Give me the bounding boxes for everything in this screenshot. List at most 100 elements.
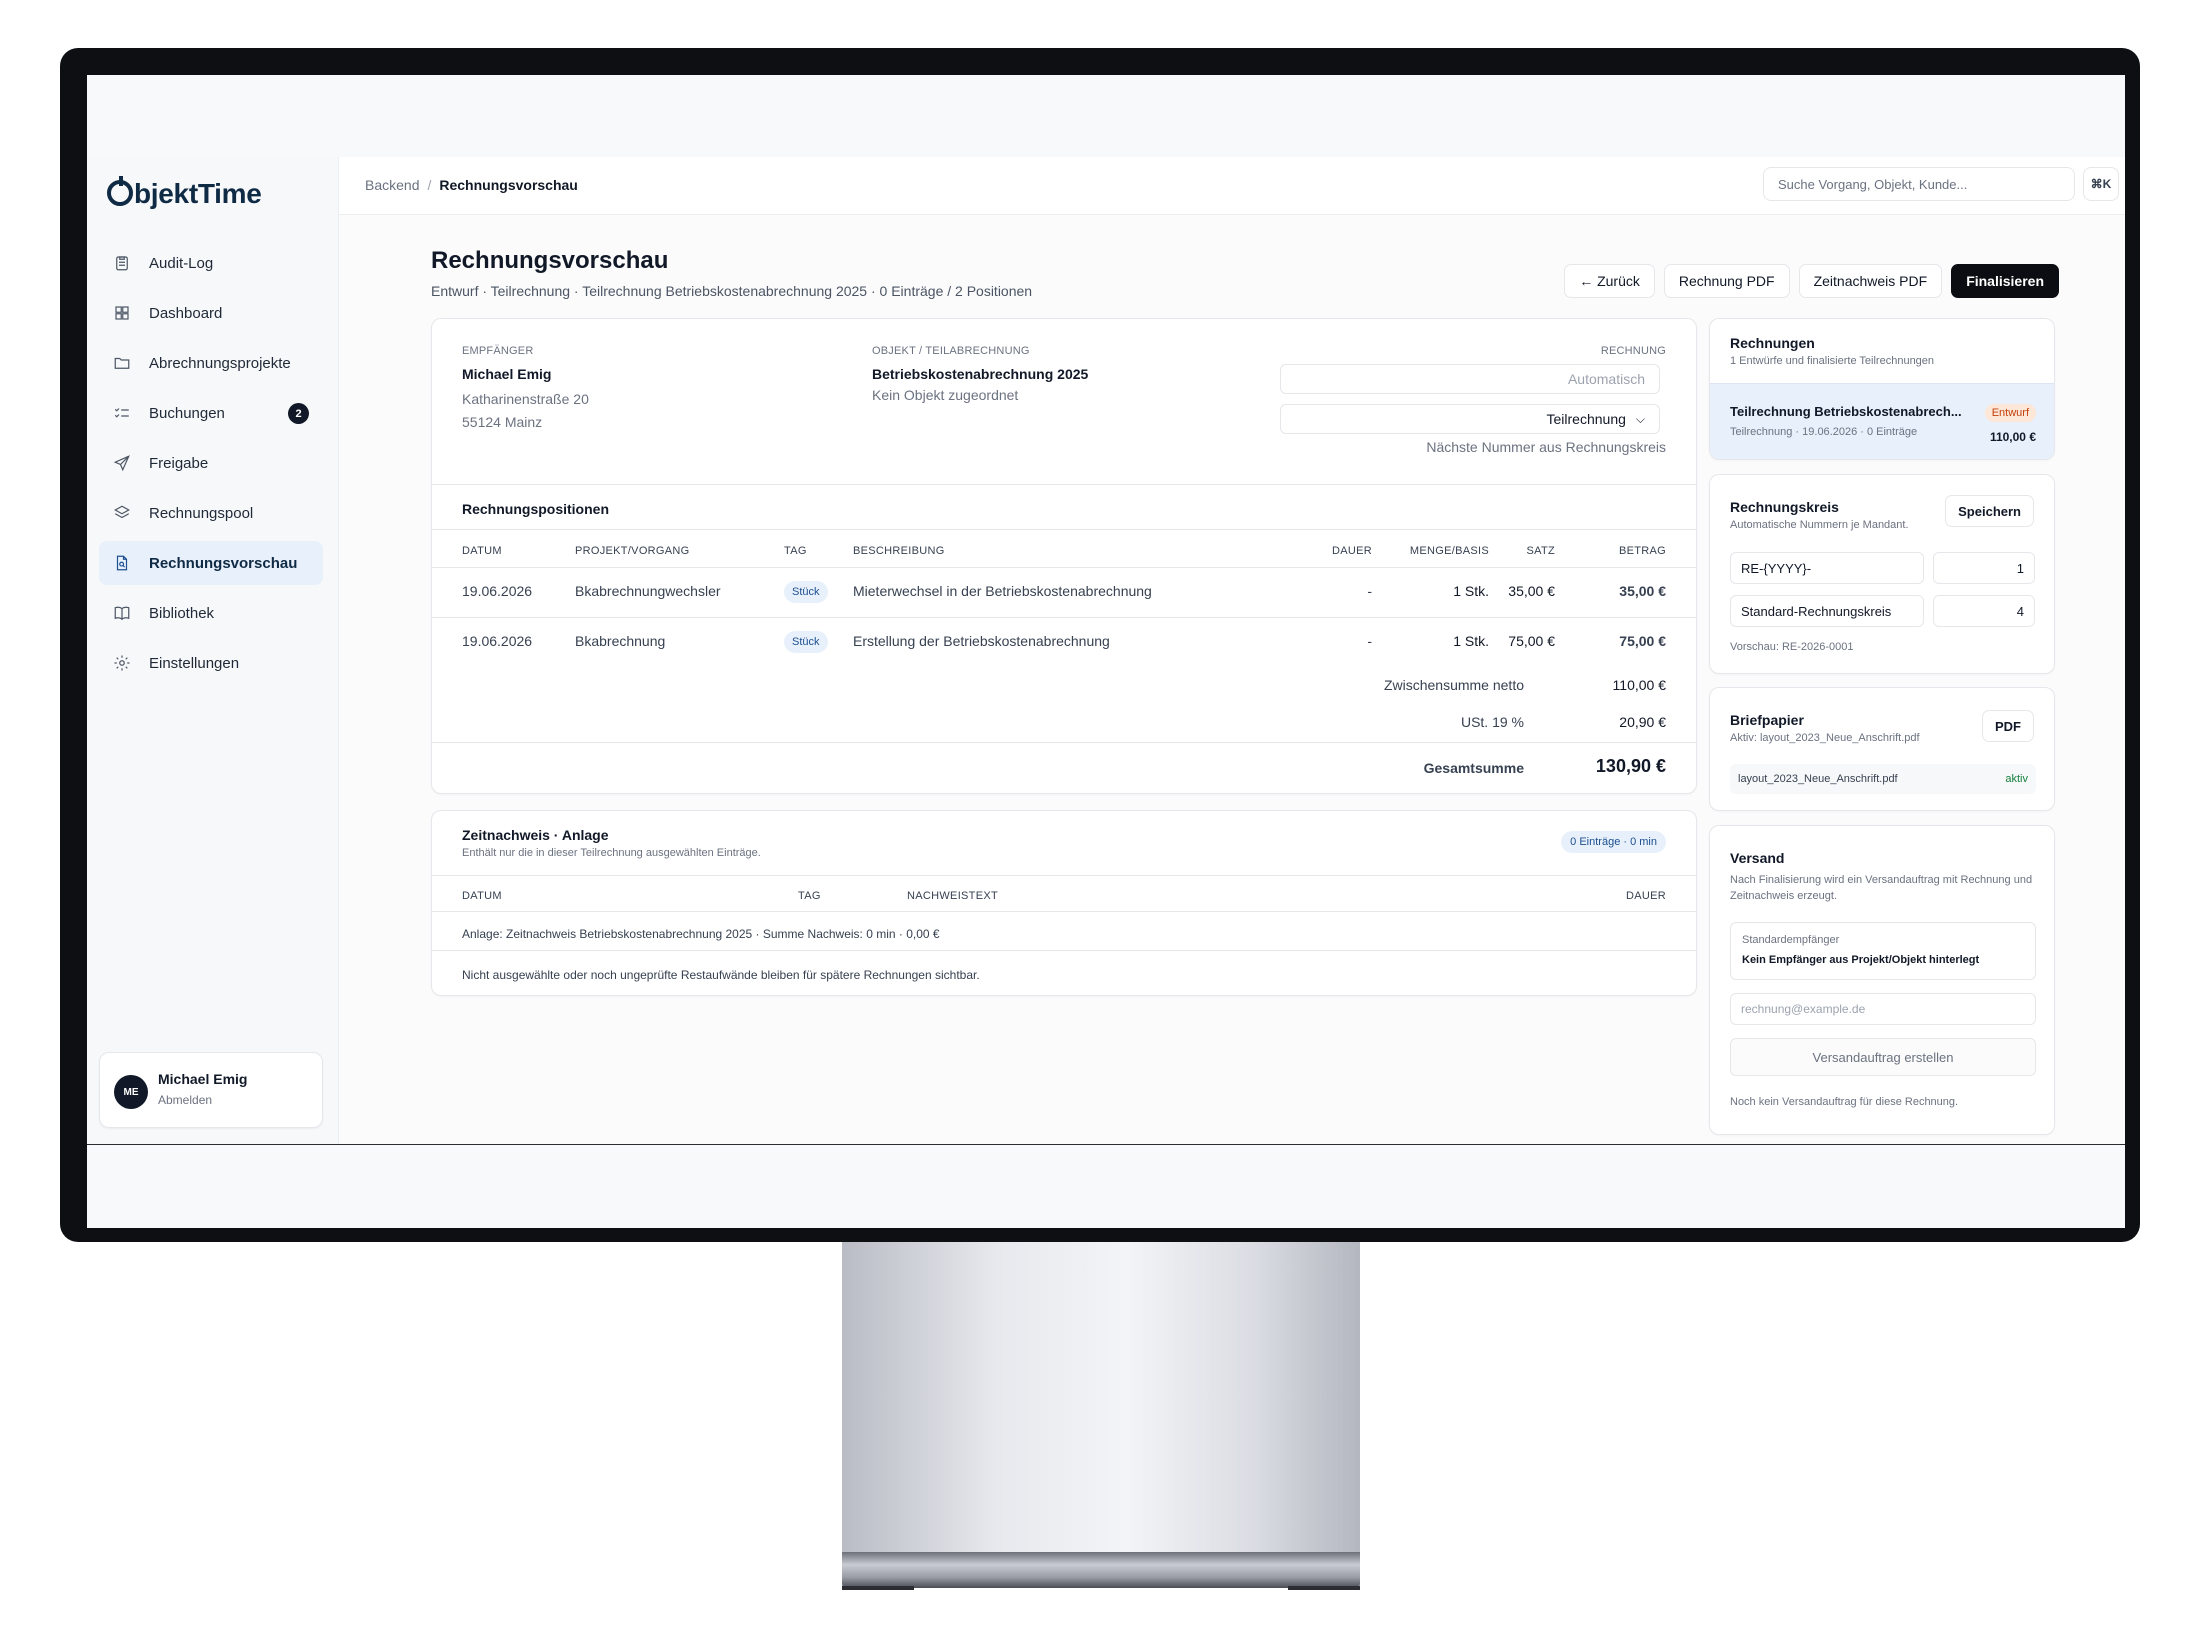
col-tag: TAG: [798, 890, 821, 902]
sidebar-item-dashboard[interactable]: Dashboard: [99, 291, 323, 335]
invoice-item-title: Teilrechnung Betriebskostenabrech...: [1730, 404, 1962, 419]
object-note: Kein Objekt zugeordnet: [872, 387, 1019, 403]
circle-name-input[interactable]: Standard-Rechnungskreis: [1730, 595, 1924, 627]
shipping-note: Noch kein Versandauftrag für diese Rechn…: [1730, 1096, 1959, 1108]
col-tag: TAG: [784, 545, 807, 557]
col-text: NACHWEISTEXT: [907, 890, 998, 902]
breadcrumb-current: Rechnungsvorschau: [439, 177, 578, 193]
vat-label: USt. 19 %: [1460, 714, 1524, 730]
letterhead-active-badge: aktiv: [2005, 773, 2028, 785]
letterhead-title: Briefpapier: [1730, 712, 1804, 728]
logo-clock-icon: [107, 176, 133, 206]
send-icon: [113, 454, 131, 472]
page-title: Rechnungsvorschau: [431, 247, 669, 274]
letterhead-panel: Briefpapier Aktiv: layout_2023_Neue_Ansc…: [1709, 687, 2055, 811]
next-number-input[interactable]: 1: [1933, 552, 2035, 584]
row-project: Bkabrechnung: [575, 633, 666, 649]
shipping-panel: Versand Nach Finalisierung wird ein Vers…: [1709, 825, 2055, 1135]
monitor-foot-right: [1288, 1586, 1360, 1590]
number-preview: Vorschau: RE-2026-0001: [1730, 641, 1854, 653]
number-circle-panel: Rechnungskreis Automatische Nummern je M…: [1709, 474, 2055, 674]
col-description: BESCHREIBUNG: [853, 545, 945, 557]
sidebar-item-label: Abrechnungsprojekte: [149, 354, 291, 372]
row-tag-badge: Stück: [784, 631, 828, 653]
sidebar-item-einstellungen[interactable]: Einstellungen: [99, 641, 323, 685]
invoices-panel: Rechnungen 1 Entwürfe und finalisierte T…: [1709, 318, 2055, 460]
vat-value: 20,90 €: [1619, 714, 1666, 730]
col-date: DATUM: [462, 890, 502, 902]
save-button[interactable]: Speichern: [1945, 495, 2034, 527]
divider: [432, 950, 1696, 951]
row-date: 19.06.2026: [462, 583, 533, 599]
sidebar-item-audit-log[interactable]: Audit-Log: [99, 241, 323, 285]
sidebar-item-label: Rechnungspool: [149, 504, 254, 522]
divider: [432, 529, 1696, 530]
breadcrumb: Backend / Rechnungsvorschau: [365, 177, 578, 193]
main-content: Rechnungsvorschau Entwurf · Teilrechnung…: [339, 215, 2125, 1144]
divider: [432, 911, 1696, 912]
timesheet-title: Zeitnachweis · Anlage: [462, 827, 609, 843]
timesheet-subtitle: Enthält nur die in dieser Teilrechnung a…: [462, 847, 761, 859]
digits-input[interactable]: 4: [1933, 595, 2035, 627]
col-duration: DAUER: [1625, 890, 1666, 902]
number-circle-title: Rechnungskreis: [1730, 499, 1839, 515]
sidebar-item-freigabe[interactable]: Freigabe: [99, 441, 323, 485]
recipient-label: EMPFÄNGER: [462, 345, 534, 357]
row-quantity: 1 Stk.: [1453, 633, 1489, 649]
divider: [432, 567, 1696, 568]
number-circle-subtitle: Automatische Nummern je Mandant.: [1730, 519, 1909, 531]
sidebar-item-buchungen[interactable]: Buchungen 2: [99, 391, 323, 435]
subtotal-label: Zwischensumme netto: [1383, 677, 1524, 693]
positions-title: Rechnungspositionen: [462, 501, 609, 517]
recipient-city: 55124 Mainz: [462, 414, 543, 430]
sidebar-item-abrechnungsprojekte[interactable]: Abrechnungsprojekte: [99, 341, 323, 385]
invoice-item-amount: 110,00 €: [1989, 430, 2036, 444]
user-card[interactable]: ME Michael Emig Abmelden: [99, 1052, 323, 1128]
letterhead-pdf-button[interactable]: PDF: [1982, 710, 2034, 742]
invoice-pdf-button[interactable]: Rechnung PDF: [1663, 264, 1790, 298]
divider: [432, 484, 1696, 485]
gear-icon: [113, 654, 131, 672]
email-input[interactable]: rechnung@example.de: [1730, 993, 2036, 1025]
user-name: Michael Emig: [158, 1071, 248, 1087]
recipient-name: Michael Emig: [462, 366, 552, 382]
grid-icon: [113, 304, 131, 322]
object-name: Betriebskostenabrechnung 2025: [872, 366, 1089, 382]
back-button[interactable]: ← Zurück: [1564, 264, 1655, 298]
page-actions: ← Zurück Rechnung PDF Zeitnachweis PDF F…: [1564, 264, 2059, 298]
checklist-icon: [113, 404, 131, 422]
invoice-card: EMPFÄNGER Michael Emig Katharinenstraße …: [431, 318, 1697, 794]
draft-status-badge: Entwurf: [1984, 404, 2036, 422]
row-duration: -: [1367, 583, 1372, 599]
command-shortcut-button[interactable]: ⌘K: [2083, 167, 2119, 201]
invoice-type-select[interactable]: Teilrechnung ⌵: [1280, 404, 1660, 434]
divider: [432, 617, 1696, 618]
sidebar-item-label: Freigabe: [149, 454, 209, 472]
invoice-list-item[interactable]: Teilrechnung Betriebskostenabrech... Ent…: [1710, 383, 2054, 459]
sidebar-item-bibliothek[interactable]: Bibliothek: [99, 591, 323, 635]
default-recipient-box: Standardempfänger Kein Empfänger aus Pro…: [1730, 922, 2036, 980]
brand-logo[interactable]: bjektTime: [107, 176, 262, 210]
row-description: Erstellung der Betriebskostenabrechnung: [853, 633, 1110, 649]
timesheet-count-badge: 0 Einträge · 0 min: [1561, 831, 1666, 853]
create-shipping-button[interactable]: Versandauftrag erstellen: [1730, 1038, 2036, 1076]
monitor-stand-base: [842, 1552, 1360, 1588]
invoice-number-input[interactable]: Automatisch: [1280, 364, 1660, 394]
invoices-panel-subtitle: 1 Entwürfe und finalisierte Teilrechnung…: [1730, 355, 1935, 367]
col-duration: DAUER: [1331, 545, 1372, 557]
prefix-input[interactable]: RE-{YYYY}-: [1730, 552, 1924, 584]
divider: [432, 742, 1696, 743]
letterhead-file-name: layout_2023_Neue_Anschrift.pdf: [1738, 773, 1898, 785]
sidebar-item-rechnungsvorschau[interactable]: Rechnungsvorschau: [99, 541, 323, 585]
brand-name: bjektTime: [134, 178, 262, 209]
finalize-button[interactable]: Finalisieren: [1951, 264, 2059, 298]
letterhead-file-row[interactable]: layout_2023_Neue_Anschrift.pdf aktiv: [1730, 764, 2036, 794]
search-input[interactable]: Suche Vorgang, Objekt, Kunde...: [1763, 167, 2075, 201]
breadcrumb-root[interactable]: Backend: [365, 177, 419, 193]
book-icon: [113, 604, 131, 622]
sidebar-item-rechnungspool[interactable]: Rechnungspool: [99, 491, 323, 535]
logout-link[interactable]: Abmelden: [158, 1093, 212, 1107]
total-value: 130,90 €: [1595, 756, 1666, 776]
row-project: Bkabrechnungwechsler: [575, 583, 721, 599]
timesheet-pdf-button[interactable]: Zeitnachweis PDF: [1798, 264, 1943, 298]
